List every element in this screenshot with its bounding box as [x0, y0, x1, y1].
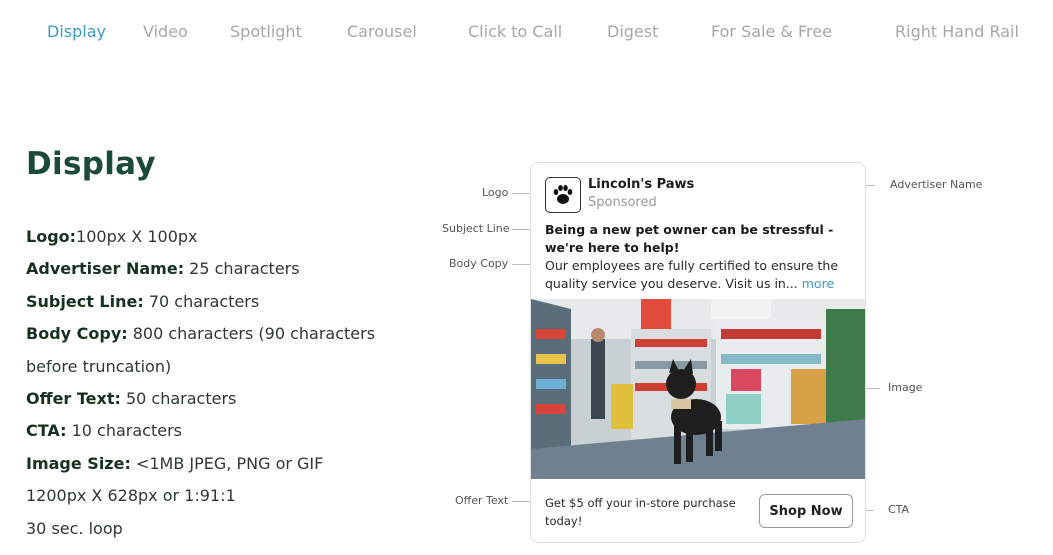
tab-click-to-call[interactable]: Click to Call [468, 22, 562, 41]
tab-display[interactable]: Display [47, 22, 106, 41]
spec-value: 10 characters [66, 421, 182, 441]
annotation-line [866, 388, 880, 389]
spec-value: before truncation) [26, 356, 172, 376]
spec-value: 30 sec. loop [26, 518, 123, 538]
spec-label: Offer Text: [26, 388, 121, 408]
spec-loop: 30 sec. loop [26, 513, 386, 545]
spec-offer-text: Offer Text: 50 characters [26, 383, 386, 415]
spec-advertiser-name: Advertiser Name: 25 characters [26, 253, 386, 285]
spec-value: 800 characters (90 characters [127, 324, 376, 344]
sponsored-label: Sponsored [588, 195, 657, 210]
shop-now-button[interactable]: Shop Now [759, 494, 853, 528]
tab-spotlight[interactable]: Spotlight [230, 22, 302, 41]
format-tabs: Display Video Spotlight Carousel Click t… [0, 22, 1053, 48]
spec-cta: CTA: 10 characters [26, 415, 386, 447]
advertiser-logo[interactable] [545, 177, 581, 213]
spec-body-copy: Body Copy: 800 characters (90 characters [26, 318, 386, 350]
paw-icon [553, 185, 573, 204]
page-title: Display [26, 146, 156, 182]
spec-label: Advertiser Name: [26, 259, 185, 279]
annotation-subject-line: Subject Line [442, 222, 510, 235]
body-copy-text: Our employees are fully certified to ens… [545, 258, 839, 291]
tab-video[interactable]: Video [143, 22, 188, 41]
more-link[interactable]: more [802, 276, 834, 291]
dog-in-pet-store-image [531, 299, 865, 479]
spec-value: 70 characters [143, 291, 260, 311]
tab-carousel[interactable]: Carousel [347, 22, 417, 41]
spec-logo: Logo:100px X 100px [26, 221, 386, 253]
offer-text: Get $5 off your in-store purchase today! [545, 496, 736, 528]
annotation-cta: CTA [888, 503, 910, 516]
spec-value: 50 characters [120, 388, 237, 408]
spec-value: 25 characters [184, 259, 300, 279]
spec-label: Subject Line: [26, 291, 144, 311]
spec-label: Body Copy: [26, 324, 128, 344]
annotation-body-copy: Body Copy [449, 257, 509, 270]
spec-label: Logo: [26, 227, 77, 246]
body-copy: Our employees are fully certified to ens… [545, 257, 857, 292]
spec-body-copy-cont: before truncation) [26, 351, 386, 383]
tab-digest[interactable]: Digest [607, 22, 658, 41]
spec-label: Image Size: [26, 453, 131, 473]
ad-image[interactable] [531, 299, 865, 479]
tab-for-sale-free[interactable]: For Sale & Free [711, 22, 832, 41]
annotation-image: Image [888, 381, 923, 394]
spec-image-size: Image Size: <1MB JPEG, PNG or GIF [26, 448, 386, 480]
spec-value: 1200px X 628px or 1:91:1 [26, 486, 236, 506]
ad-preview-card: Lincoln's Paws Sponsored Being a new pet… [530, 162, 866, 543]
spec-label: CTA: [26, 421, 67, 441]
spec-value: <1MB JPEG, PNG or GIF [130, 453, 324, 473]
spec-value: 100px X 100px [76, 227, 198, 246]
annotation-offer-text: Offer Text [455, 494, 509, 507]
spec-image-dimensions: 1200px X 628px or 1:91:1 [26, 480, 386, 512]
subject-line: Being a new pet owner can be stressful -… [545, 222, 834, 255]
advertiser-name[interactable]: Lincoln's Paws [588, 177, 694, 192]
annotation-logo: Logo [482, 186, 509, 199]
spec-subject-line: Subject Line: 70 characters [26, 286, 386, 318]
tab-right-hand-rail[interactable]: Right Hand Rail [895, 22, 1019, 41]
spec-list: Logo:100px X 100px Advertiser Name: 25 c… [26, 221, 386, 545]
annotation-advertiser-name: Advertiser Name [890, 178, 983, 191]
